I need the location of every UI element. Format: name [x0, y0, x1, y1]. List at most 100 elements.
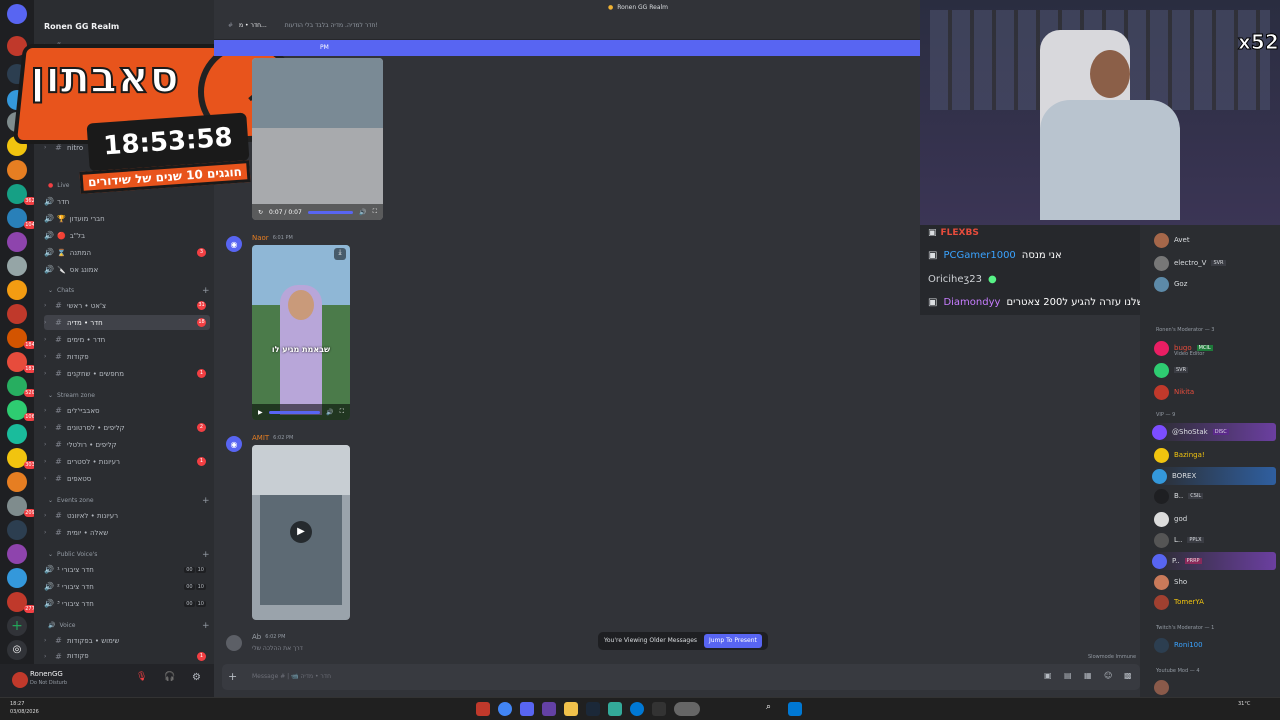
server-icon[interactable]: [7, 232, 27, 252]
server-icon[interactable]: [7, 424, 27, 444]
channel-item-active[interactable]: › # חדר • מדיה 18: [44, 315, 210, 330]
add-channel-icon[interactable]: +: [202, 621, 210, 631]
server-icon[interactable]: [7, 544, 27, 564]
server-icon[interactable]: [7, 472, 27, 492]
download-icon[interactable]: ⤓: [334, 248, 346, 260]
add-server-icon[interactable]: +: [7, 616, 27, 636]
member-item[interactable]: @ShoStak DISC: [1152, 423, 1276, 441]
gear-icon[interactable]: ⚙: [192, 672, 201, 683]
category-voice[interactable]: 🔊 Voice +: [48, 621, 210, 631]
mute-icon[interactable]: 🎙: [136, 672, 147, 682]
avatar[interactable]: [226, 635, 242, 651]
author-name[interactable]: Ab: [252, 633, 261, 641]
member-item[interactable]: BOREX: [1152, 467, 1276, 485]
channel-item[interactable]: › # פקודות 1: [44, 650, 210, 662]
category-public-voice[interactable]: ⌄ Public Voice's +: [48, 550, 210, 560]
discord-avatar[interactable]: ◉: [226, 436, 242, 452]
gift-icon[interactable]: ▣: [1044, 671, 1052, 680]
discover-icon[interactable]: ◎: [7, 640, 27, 660]
server-icon[interactable]: 209: [7, 496, 36, 517]
member-item[interactable]: TomerYA: [1154, 593, 1204, 611]
server-icon[interactable]: [7, 568, 27, 588]
progress-bar[interactable]: [268, 410, 321, 414]
category-chats[interactable]: ⌄ Chats +: [48, 286, 210, 296]
message-composer[interactable]: + Message # | 📹 חדר • מדיה ▣ ▤ ▦ ☺ ▩: [222, 664, 1140, 690]
server-icon[interactable]: [7, 280, 27, 300]
voice-channel[interactable]: 🔊 חדר ציבורי ³ 00 10: [44, 596, 210, 611]
channel-item[interactable]: › # סאבביי'לים: [44, 403, 210, 418]
add-channel-icon[interactable]: +: [202, 550, 210, 560]
voice-channel[interactable]: 🔊 🔴 בל"ב: [44, 228, 210, 243]
emoji-icon[interactable]: ☺: [1104, 671, 1112, 680]
category-stream-zone[interactable]: ⌄ Stream zone: [48, 392, 95, 399]
sticker-icon[interactable]: ▦: [1084, 671, 1092, 680]
voice-channel[interactable]: 🔊 🏆 חברי מועדון: [44, 211, 210, 226]
add-channel-icon[interactable]: +: [202, 496, 210, 506]
chrome-icon[interactable]: [498, 702, 512, 716]
member-item[interactable]: Avet: [1154, 231, 1190, 249]
app-icon[interactable]: [608, 702, 622, 716]
voice-channel[interactable]: 🔊 ⌛ המתנה 3: [44, 245, 210, 260]
server-icon[interactable]: 106: [7, 400, 36, 421]
server-icon[interactable]: [7, 256, 27, 276]
message-input[interactable]: Message # | 📹 חדר • מדיה: [252, 673, 331, 680]
edge-icon[interactable]: [630, 702, 644, 716]
app-icon[interactable]: [652, 702, 666, 716]
discord-avatar[interactable]: ◉: [226, 236, 242, 252]
windows-start-icon[interactable]: [788, 702, 802, 716]
member-item[interactable]: P.. PRRP: [1152, 552, 1276, 570]
server-icon[interactable]: 104: [7, 208, 36, 229]
server-icon[interactable]: 181: [7, 352, 36, 373]
app-icon[interactable]: [674, 702, 700, 716]
video-attachment[interactable]: שבאמת מגיע לו ⤓ ▶ 🔊 ⛶: [252, 245, 350, 420]
progress-bar[interactable]: [307, 210, 354, 214]
replay-icon[interactable]: ↻: [258, 209, 263, 216]
discord-icon[interactable]: [520, 702, 534, 716]
fullscreen-icon[interactable]: ⛶: [340, 408, 344, 416]
voice-channel[interactable]: 🔊 חדר ציבורי ¹ 00 10: [44, 562, 210, 577]
folder-icon[interactable]: [564, 702, 578, 716]
member-item[interactable]: L.. PPLX: [1154, 531, 1204, 549]
member-item[interactable]: Bazinga!: [1154, 446, 1205, 464]
voice-channel[interactable]: 🔊 חדר ציבורי ² 00 10: [44, 579, 210, 594]
member-item[interactable]: B.. CSIL: [1154, 487, 1204, 505]
search-icon[interactable]: ⌕: [766, 702, 780, 716]
channel-item[interactable]: › # פקודות: [44, 349, 210, 364]
channel-item[interactable]: › # שימוש • בפקודות: [44, 633, 210, 648]
channel-item[interactable]: › # רעיונות • לסטרים 1: [44, 454, 210, 469]
member-item[interactable]: Sho: [1154, 573, 1187, 591]
steam-icon[interactable]: [586, 702, 600, 716]
server-icon[interactable]: 184: [7, 328, 36, 349]
member-item[interactable]: god: [1154, 510, 1187, 528]
play-icon[interactable]: ▶: [258, 409, 263, 416]
channel-item[interactable]: › # רעיונות • לאיוונט: [44, 508, 210, 523]
channel-item[interactable]: › # מחפשים • שחקנים 1: [44, 366, 210, 381]
avatar[interactable]: [12, 672, 28, 688]
channel-item[interactable]: › # שאלה • יומית: [44, 525, 210, 540]
add-attachment-icon[interactable]: +: [228, 670, 237, 683]
gif-icon[interactable]: ▤: [1064, 671, 1072, 680]
member-item[interactable]: Roni100: [1154, 636, 1203, 654]
member-item[interactable]: electro_V SVR: [1154, 254, 1226, 272]
channel-item[interactable]: › # קליפים • לסרטונים 2: [44, 420, 210, 435]
play-icon[interactable]: ▶: [290, 521, 312, 543]
server-icon[interactable]: 303: [7, 448, 36, 469]
add-channel-icon[interactable]: +: [202, 286, 210, 296]
volume-icon[interactable]: 🔊: [326, 409, 333, 416]
server-icon[interactable]: [7, 520, 27, 540]
twitch-icon[interactable]: [542, 702, 556, 716]
member-item[interactable]: SVR: [1154, 361, 1189, 379]
member-item[interactable]: Goz: [1154, 275, 1187, 293]
app-icon[interactable]: [476, 702, 490, 716]
member-item[interactable]: [1154, 678, 1169, 696]
author-name[interactable]: AMIT: [252, 434, 269, 442]
category-events-zone[interactable]: ⌄ Events zone +: [48, 496, 210, 506]
channel-item[interactable]: › # סטאפים: [44, 471, 210, 486]
fullscreen-icon[interactable]: ⛶: [373, 208, 377, 216]
jump-to-present-button[interactable]: Jump To Present: [704, 634, 762, 648]
author-name[interactable]: Naor: [252, 234, 269, 242]
deafen-icon[interactable]: 🎧: [164, 672, 175, 682]
volume-icon[interactable]: 🔊: [359, 209, 366, 216]
channel-item[interactable]: › # קליפים • רולטלי: [44, 437, 210, 452]
apps-icon[interactable]: ▩: [1124, 671, 1132, 680]
